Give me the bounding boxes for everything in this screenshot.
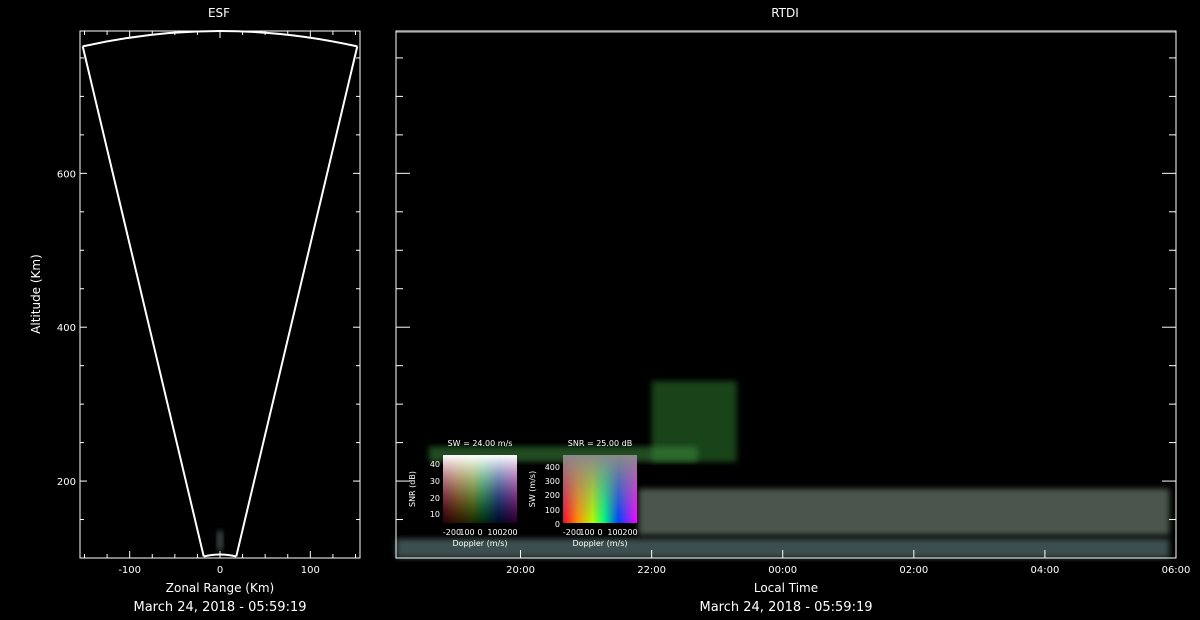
legend-sw-doppler-x-tick: 0 xyxy=(597,528,602,537)
radar-figure: ESF 200400600-100 0 100 Zonal Range (Km) A… xyxy=(29,6,1191,615)
rtdi-x-tick-label: 04:00 xyxy=(1030,565,1059,576)
legend-sw-doppler-x-tick: 200 xyxy=(622,528,637,537)
legend-snr-doppler-x-tick: 100 xyxy=(487,528,502,537)
legend-snr-doppler-x-tick: 200 xyxy=(502,528,517,537)
esf-y-tick-label: 200 xyxy=(57,477,76,488)
legend-sw-doppler-x-tick: -200 xyxy=(563,528,581,537)
legend-snr-doppler-y-tick: 30 xyxy=(430,477,440,486)
esf-echo xyxy=(217,531,223,551)
esf-plot-frame xyxy=(79,30,361,559)
rtdi-x-tick-label: 20:00 xyxy=(506,565,535,576)
legend-snr-doppler-x-tick: 100 xyxy=(459,528,474,537)
esf-y-tick-label: 600 xyxy=(57,169,76,180)
legend-sw-doppler-y-tick: 100 xyxy=(545,506,560,515)
esf-y-tick-label: 400 xyxy=(57,323,76,334)
esf-title: ESF xyxy=(208,6,230,20)
rtdi-date-footer: March 24, 2018 - 05:59:19 xyxy=(700,600,873,615)
rtdi-x-tick-label: 22:00 xyxy=(637,565,666,576)
esf-x-axis-label: Zonal Range (Km) xyxy=(166,581,274,595)
legend-snr-doppler-y-label: SNR (dB) xyxy=(408,471,417,507)
legend-snr-doppler-x-label: Doppler (m/s) xyxy=(452,539,507,548)
legend-snr-doppler-x-tick: 0 xyxy=(477,528,482,537)
rtdi-x-tick-label: 06:00 xyxy=(1162,565,1191,576)
esf-x-tick-label: -100 xyxy=(118,565,141,576)
esf-panel: ESF 200 400 600 -100 0 100 Zonal Range (Km) A… xyxy=(29,6,361,615)
esf-x-tick-label: 0 xyxy=(217,565,223,576)
legend-snr-doppler-title: SW = 24.00 m/s xyxy=(448,439,513,448)
legend-sw-doppler-saturation xyxy=(563,455,637,523)
rtdi-x-tick-label: 02:00 xyxy=(899,565,928,576)
legend-snr-doppler-y-tick: 40 xyxy=(430,460,440,469)
rtdi-x-axis-label: Local Time xyxy=(754,581,818,595)
legend-sw-doppler-x-tick: 100 xyxy=(579,528,594,537)
rtdi-x-tick-label: 00:00 xyxy=(768,565,797,576)
legend-sw-doppler-y-tick: 0 xyxy=(555,520,560,529)
legend-sw-doppler-x-label: Doppler (m/s) xyxy=(572,539,627,548)
rtdi-title: RTDI xyxy=(771,6,799,20)
legend-sw-doppler-title: SNR = 25.00 dB xyxy=(568,439,632,448)
legend-sw-doppler-y-tick: 300 xyxy=(545,477,560,486)
legend-snr-doppler-x-tick: -200 xyxy=(443,528,461,537)
legend-snr-doppler-y-tick: 20 xyxy=(430,494,440,503)
rtdi-echo-region xyxy=(638,488,1170,535)
esf-date-footer: March 24, 2018 - 05:59:19 xyxy=(134,600,307,615)
esf-x-tick-label: 100 xyxy=(301,565,320,576)
legend-snr-doppler-y-tick: 10 xyxy=(430,510,440,519)
esf-y-axis-label: Altitude (Km) xyxy=(29,254,43,334)
legend-sw-doppler-y-tick: 200 xyxy=(545,491,560,500)
legend-sw-doppler-y-label: SW (m/s) xyxy=(528,471,537,507)
legend-sw-doppler-x-tick: 100 xyxy=(607,528,622,537)
rtdi-panel: RTDI 20:00 22:00 00:00 02:00 04:00 06:00 SW =… xyxy=(395,6,1191,615)
legend-sw-doppler-y-tick: 400 xyxy=(545,463,560,472)
legend-snr-doppler-shade xyxy=(443,455,517,523)
